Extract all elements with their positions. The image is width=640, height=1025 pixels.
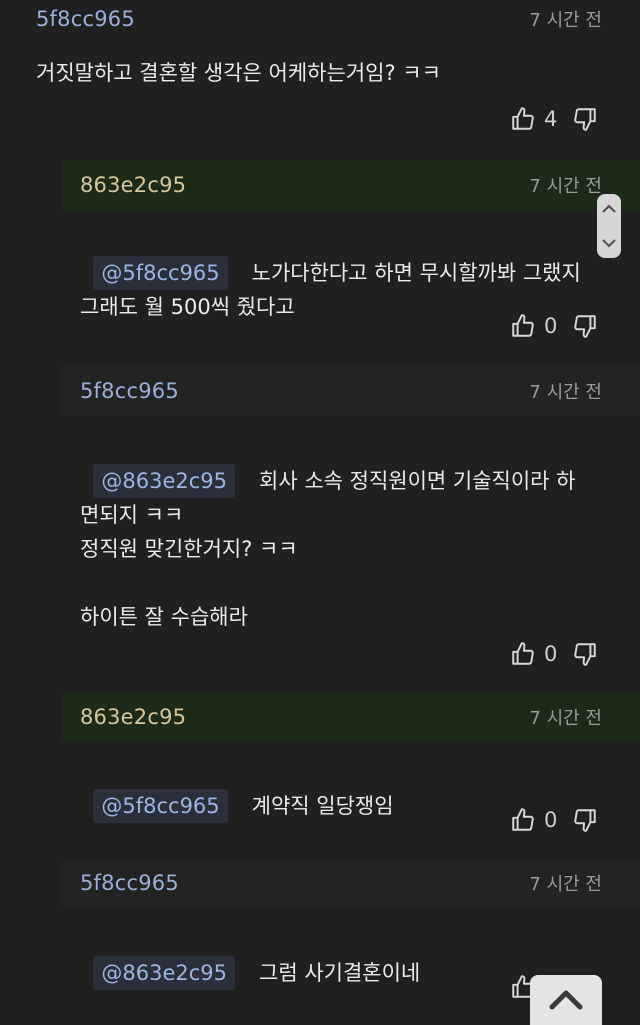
username[interactable]: 863e2c95 [80, 173, 186, 197]
thumbs-up-icon[interactable] [510, 106, 536, 132]
chevron-up-icon [549, 990, 583, 1010]
vote-bar: 0 [510, 807, 598, 833]
thumbs-up-icon[interactable] [510, 313, 536, 339]
comment-header: 5f8cc965 7 시간 전 [62, 858, 640, 908]
vote-bar: 4 [510, 106, 598, 132]
chevron-up-icon [602, 204, 616, 213]
comment-header: 863e2c95 7 시간 전 [62, 160, 640, 210]
comment-header: 5f8cc965 7 시간 전 [0, 0, 640, 44]
thumbs-up-icon[interactable] [510, 807, 536, 833]
thumbs-up-icon[interactable] [510, 641, 536, 667]
mention-tag[interactable]: @863e2c95 [93, 464, 235, 498]
timestamp: 7 시간 전 [529, 874, 602, 895]
timestamp: 7 시간 전 [529, 176, 602, 197]
scrollbar-thumb[interactable] [597, 194, 621, 258]
comment-text: 거짓말하고 결혼할 생각은 어케하는거임? ㅋㅋ [36, 61, 441, 85]
username[interactable]: 5f8cc965 [80, 871, 179, 895]
comment-text: @5f8cc965 노가다한다고 하면 무시할까봐 그랬지 그래도 월 500씩 … [80, 222, 600, 324]
like-count: 4 [544, 107, 558, 131]
timestamp: 7 시간 전 [529, 382, 602, 403]
timestamp: 7 시간 전 [529, 708, 602, 729]
comment-header: 5f8cc965 7 시간 전 [62, 366, 640, 416]
like-count: 0 [544, 642, 558, 666]
timestamp: 7 시간 전 [529, 10, 602, 31]
thumbs-down-icon[interactable] [572, 106, 598, 132]
username[interactable]: 5f8cc965 [36, 7, 135, 31]
username[interactable]: 863e2c95 [80, 705, 186, 729]
scroll-to-top-button[interactable] [530, 975, 602, 1025]
vote-bar: 0 [510, 313, 598, 339]
thumbs-down-icon[interactable] [572, 641, 598, 667]
mention-tag[interactable]: @5f8cc965 [93, 256, 228, 290]
like-count: 0 [544, 808, 558, 832]
username[interactable]: 5f8cc965 [80, 379, 179, 403]
vote-bar: 0 [510, 641, 598, 667]
like-count: 0 [544, 314, 558, 338]
comment-header: 863e2c95 7 시간 전 [62, 692, 640, 742]
mention-tag[interactable]: @863e2c95 [93, 956, 235, 990]
chevron-down-icon [602, 239, 616, 248]
thumbs-down-icon[interactable] [572, 807, 598, 833]
mention-tag[interactable]: @5f8cc965 [93, 789, 228, 823]
thumbs-down-icon[interactable] [572, 313, 598, 339]
comment-text: @863e2c95 회사 소속 정직원이면 기술직이라 하 면되지 ㅋㅋ 정직원 … [80, 430, 610, 634]
